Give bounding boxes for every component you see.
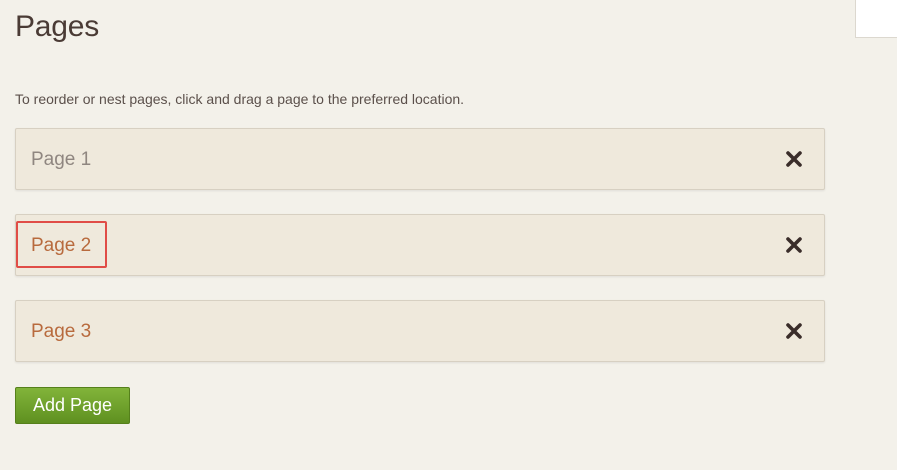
page-list: Page 1 Page 2 Page 3 xyxy=(15,128,825,386)
page-link[interactable]: Page 2 xyxy=(31,235,91,257)
page-link[interactable]: Page 1 xyxy=(31,149,91,171)
add-page-button[interactable]: Add Page xyxy=(15,387,130,424)
close-icon xyxy=(786,237,802,253)
page-title: Pages xyxy=(15,10,100,43)
delete-page-button[interactable] xyxy=(784,321,804,341)
top-right-panel xyxy=(855,0,897,38)
close-icon xyxy=(786,151,802,167)
page-item[interactable]: Page 2 xyxy=(15,214,825,276)
reorder-help-text: To reorder or nest pages, click and drag… xyxy=(15,91,465,107)
page-item[interactable]: Page 3 xyxy=(15,300,825,362)
delete-page-button[interactable] xyxy=(784,149,804,169)
close-icon xyxy=(786,323,802,339)
page-item[interactable]: Page 1 xyxy=(15,128,825,190)
delete-page-button[interactable] xyxy=(784,235,804,255)
page-link[interactable]: Page 3 xyxy=(31,321,91,343)
